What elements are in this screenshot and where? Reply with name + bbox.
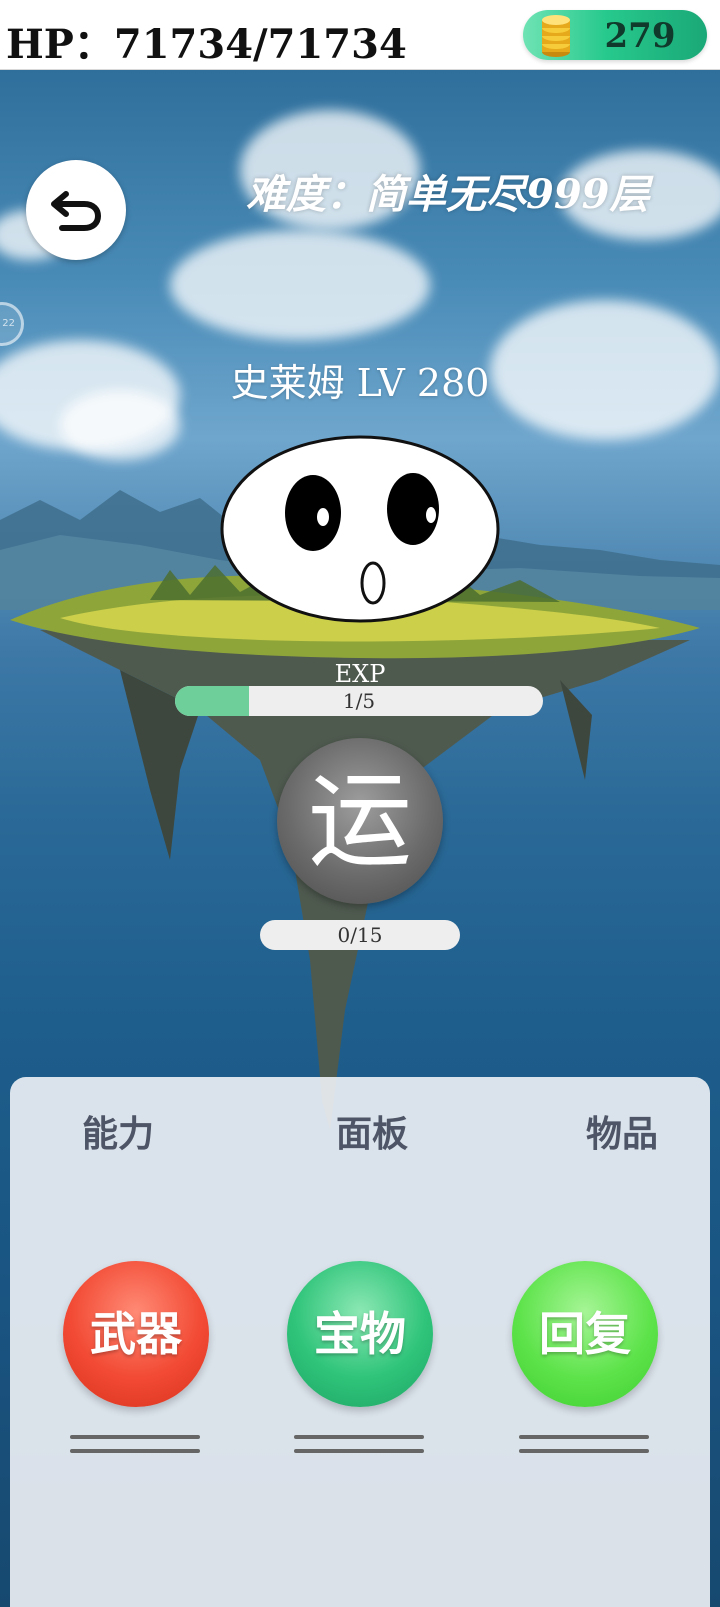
weapon-button-label: 武器	[90, 1307, 182, 1361]
cloud	[170, 230, 430, 340]
luck-char: 运	[307, 760, 412, 882]
recover-button[interactable]: 回复	[512, 1261, 658, 1407]
side-floating-bubble[interactable]: 22	[0, 302, 24, 346]
status-bar: HP：71734/71734 279	[0, 0, 720, 70]
hp-display: HP：71734/71734	[6, 21, 407, 68]
battle-scene: 难度：简单无尽999层 22 史莱姆 LV 280 EXP 1/5 运 0/15…	[0, 70, 720, 1607]
back-button[interactable]	[26, 160, 126, 260]
luck-progress-bar: 0/15	[260, 920, 460, 950]
slime-monster[interactable]	[215, 431, 505, 627]
tab-items[interactable]: 物品	[542, 1105, 702, 1157]
exp-progress-text: 1/5	[342, 689, 376, 713]
monster-name-level: 史莱姆 LV 280	[230, 361, 490, 405]
tab-ability[interactable]: 能力	[38, 1105, 198, 1157]
exp-label: EXP	[334, 660, 386, 688]
bottom-panel: 能力 面板 物品 武器 宝物 回复	[10, 1077, 710, 1607]
coin-counter: 279	[523, 10, 707, 60]
recover-indicator-lines	[519, 1431, 649, 1461]
treasure-button[interactable]: 宝物	[287, 1261, 433, 1407]
coin-count: 279	[604, 16, 676, 56]
treasure-button-label: 宝物	[314, 1307, 406, 1361]
tab-panel[interactable]: 面板	[292, 1105, 452, 1157]
luck-progress-text: 0/15	[337, 923, 383, 947]
weapon-button[interactable]: 武器	[63, 1261, 209, 1407]
treasure-indicator-lines	[294, 1431, 424, 1461]
difficulty-label: 难度：简单无尽999层	[246, 171, 650, 218]
luck-button[interactable]: 运	[277, 738, 443, 904]
recover-button-label: 回复	[539, 1307, 631, 1361]
exp-progress-bar: 1/5	[175, 686, 543, 716]
weapon-indicator-lines	[70, 1431, 200, 1461]
coin-stack-icon	[542, 15, 570, 57]
back-arrow-icon	[51, 191, 102, 231]
